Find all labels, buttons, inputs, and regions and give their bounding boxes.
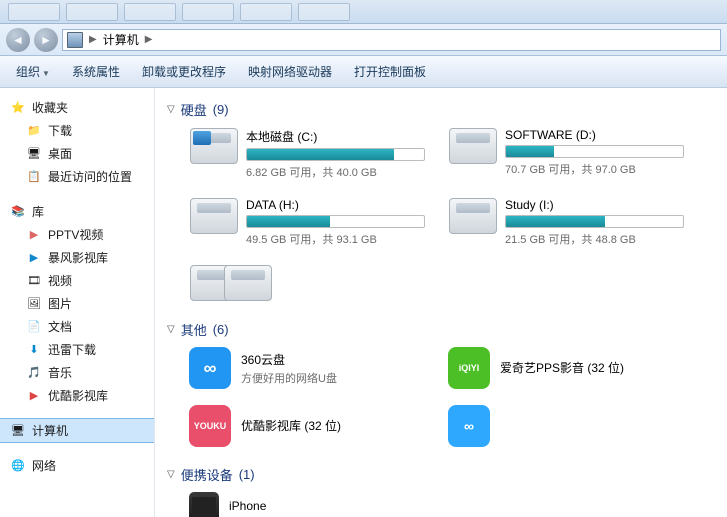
device-item[interactable]: iPhone 便携式设备: [185, 488, 430, 517]
library-icon: 📚: [10, 204, 26, 220]
video-icon: ▶: [26, 388, 42, 404]
content-area: ▽ 硬盘 (9) 本地磁盘 (C:) 6.82 GB 可用，共 40.0 GB …: [155, 88, 727, 517]
task-thumb: [124, 3, 176, 21]
pictures-icon: 🖼: [26, 296, 42, 312]
app-item[interactable]: ∞ 360云盘 方便好用的网络U盘: [185, 343, 430, 393]
desktop-icon: 🖥: [26, 146, 42, 162]
drive-item[interactable]: Study (I:) 21.5 GB 可用，共 48.8 GB: [444, 193, 689, 252]
drive-item[interactable]: [185, 260, 205, 306]
collapse-icon[interactable]: ▽: [167, 324, 175, 335]
usage-bar: [505, 145, 684, 158]
drive-icon: [190, 128, 238, 164]
system-properties-button[interactable]: 系统属性: [64, 59, 128, 84]
sidebar-item-music[interactable]: 🎵音乐: [0, 361, 154, 384]
sidebar-item-xunlei[interactable]: ⬇迅雷下载: [0, 338, 154, 361]
drive-stat: 70.7 GB 可用，共 97.0 GB: [505, 161, 684, 177]
task-thumb: [182, 3, 234, 21]
folder-icon: 📁: [26, 123, 42, 139]
app-icon: ∞: [448, 405, 490, 447]
sidebar-favorites[interactable]: ⭐收藏夹: [0, 96, 154, 119]
drive-icon: [190, 198, 238, 234]
sidebar-item-youku[interactable]: ▶优酷影视库: [0, 384, 154, 407]
breadcrumb[interactable]: ▶ 计算机 ▶: [62, 29, 721, 51]
sidebar-item-downloads[interactable]: 📁下载: [0, 119, 154, 142]
computer-icon: 🖥: [10, 423, 26, 439]
map-drive-button[interactable]: 映射网络驱动器: [240, 59, 340, 84]
sidebar-item-recent[interactable]: 📋最近访问的位置: [0, 165, 154, 188]
section-header[interactable]: ▽ 便携设备 (1): [167, 461, 715, 488]
video-icon: ▶: [26, 250, 42, 266]
drive-name: Study (I:): [505, 198, 684, 212]
title-bar: [0, 0, 727, 24]
drive-name: DATA (H:): [246, 198, 425, 212]
computer-icon: [67, 32, 83, 48]
device-name: iPhone: [229, 499, 284, 513]
usage-bar: [246, 215, 425, 228]
sidebar-item-desktop[interactable]: 🖥桌面: [0, 142, 154, 165]
star-icon: ⭐: [10, 100, 26, 116]
drive-stat: 21.5 GB 可用，共 48.8 GB: [505, 231, 684, 247]
download-icon: ⬇: [26, 342, 42, 358]
drive-icon: [449, 128, 497, 164]
chevron-right-icon[interactable]: ▶: [87, 34, 99, 45]
sidebar-computer[interactable]: 🖥计算机: [0, 419, 154, 442]
drive-stat: 6.82 GB 可用，共 40.0 GB: [246, 164, 425, 180]
app-item[interactable]: ∞: [444, 401, 474, 451]
forward-button[interactable]: ►: [34, 28, 58, 52]
drive-name: SOFTWARE (D:): [505, 128, 684, 142]
app-item[interactable]: YOUKU 优酷影视库 (32 位): [185, 401, 430, 451]
app-name: 360云盘: [241, 351, 337, 368]
app-desc: 方便好用的网络U盘: [241, 370, 337, 386]
music-icon: 🎵: [26, 365, 42, 381]
toolbar: 组织▼ 系统属性 卸载或更改程序 映射网络驱动器 打开控制面板: [0, 56, 727, 88]
drive-stat: 49.5 GB 可用，共 93.1 GB: [246, 231, 425, 247]
sidebar-item-baofeng[interactable]: ▶暴风影视库: [0, 246, 154, 269]
drive-icon: [449, 198, 497, 234]
control-panel-button[interactable]: 打开控制面板: [346, 59, 434, 84]
usage-bar: [505, 215, 684, 228]
task-thumb: [66, 3, 118, 21]
recent-icon: 📋: [26, 169, 42, 185]
back-button[interactable]: ◄: [6, 28, 30, 52]
uninstall-button[interactable]: 卸载或更改程序: [134, 59, 234, 84]
app-icon: ∞: [189, 347, 231, 389]
sidebar: ⭐收藏夹 📁下载 🖥桌面 📋最近访问的位置 📚库 ▶PPTV视频 ▶暴风影视库 …: [0, 88, 155, 517]
app-name: 爱奇艺PPS影音 (32 位): [500, 359, 624, 376]
app-item[interactable]: iQIYI 爱奇艺PPS影音 (32 位): [444, 343, 689, 393]
sidebar-item-videos[interactable]: 🎞视频: [0, 269, 154, 292]
breadcrumb-item[interactable]: 计算机: [103, 31, 139, 48]
section-header[interactable]: ▽ 硬盘 (9): [167, 96, 715, 123]
drive-item[interactable]: DATA (H:) 49.5 GB 可用，共 93.1 GB: [185, 193, 430, 252]
task-thumb: [240, 3, 292, 21]
documents-icon: 📄: [26, 319, 42, 335]
address-bar: ◄ ► ▶ 计算机 ▶: [0, 24, 727, 56]
sidebar-libraries[interactable]: 📚库: [0, 200, 154, 223]
sidebar-item-pptv[interactable]: ▶PPTV视频: [0, 223, 154, 246]
section-header[interactable]: ▽ 其他 (6): [167, 316, 715, 343]
chevron-right-icon[interactable]: ▶: [143, 34, 155, 45]
section-other: ▽ 其他 (6) ∞ 360云盘 方便好用的网络U盘 iQIYI 爱奇艺PPS影音…: [167, 316, 715, 451]
sidebar-network[interactable]: 🌐网络: [0, 454, 154, 477]
task-thumb: [8, 3, 60, 21]
app-name: 优酷影视库 (32 位): [241, 417, 341, 434]
app-icon: YOUKU: [189, 405, 231, 447]
collapse-icon[interactable]: ▽: [167, 104, 175, 115]
task-thumb: [298, 3, 350, 21]
video-icon: 🎞: [26, 273, 42, 289]
drive-item[interactable]: 本地磁盘 (C:) 6.82 GB 可用，共 40.0 GB: [185, 123, 430, 185]
organize-button[interactable]: 组织▼: [8, 59, 58, 84]
collapse-icon[interactable]: ▽: [167, 469, 175, 480]
network-icon: 🌐: [10, 458, 26, 474]
phone-icon: [189, 492, 219, 517]
drive-name: 本地磁盘 (C:): [246, 128, 425, 145]
sidebar-item-documents[interactable]: 📄文档: [0, 315, 154, 338]
section-drives: ▽ 硬盘 (9) 本地磁盘 (C:) 6.82 GB 可用，共 40.0 GB …: [167, 96, 715, 306]
drive-item[interactable]: SOFTWARE (D:) 70.7 GB 可用，共 97.0 GB: [444, 123, 689, 185]
sidebar-item-pictures[interactable]: 🖼图片: [0, 292, 154, 315]
section-portable: ▽ 便携设备 (1) iPhone 便携式设备: [167, 461, 715, 517]
app-icon: iQIYI: [448, 347, 490, 389]
drive-icon: [224, 265, 272, 301]
usage-bar: [246, 148, 425, 161]
video-icon: ▶: [26, 227, 42, 243]
